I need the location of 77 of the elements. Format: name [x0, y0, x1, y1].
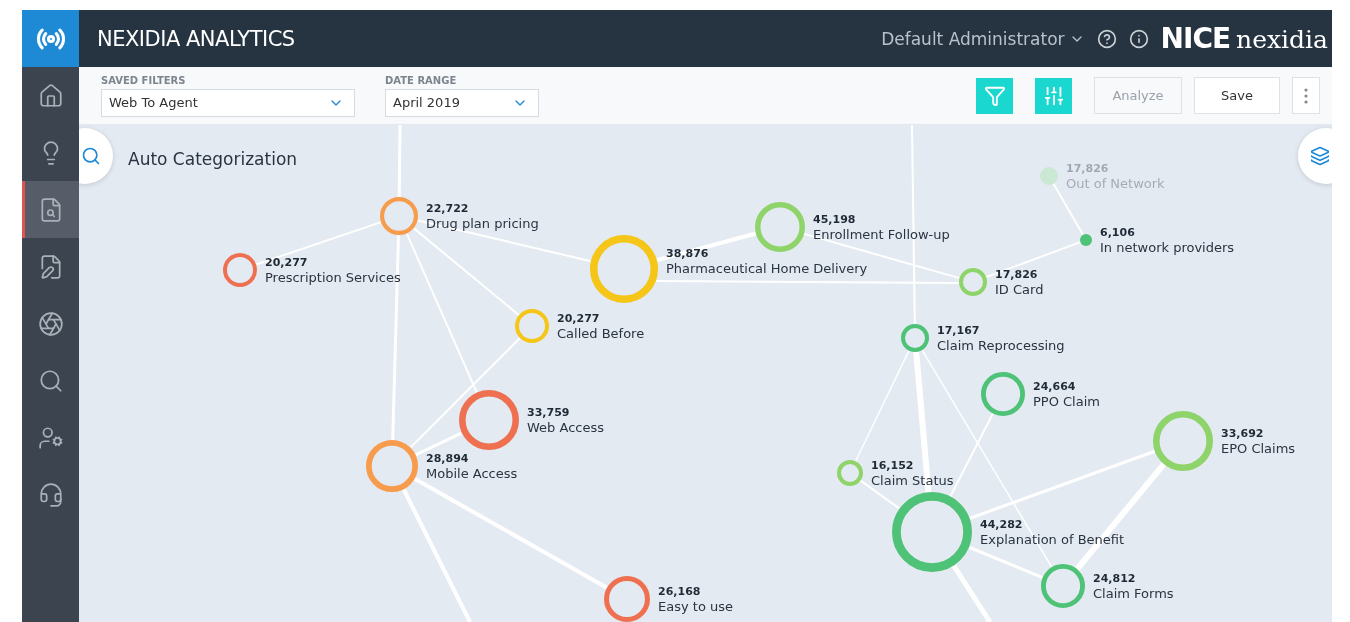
node-count: 24,664	[1033, 379, 1077, 394]
node-ring[interactable]	[366, 440, 418, 492]
node-ring[interactable]	[1041, 564, 1085, 608]
node-label: Easy to use	[658, 599, 733, 614]
node-label: In network providers	[1100, 240, 1235, 255]
node-count: 38,876	[666, 246, 710, 261]
user-settings-icon	[37, 424, 64, 451]
node-ring[interactable]	[892, 492, 972, 572]
search-icon	[81, 146, 101, 166]
node-label: PPO Claim	[1033, 394, 1100, 409]
node-ring[interactable]	[459, 390, 519, 450]
node-count: 44,282	[980, 517, 1024, 532]
node-count: 6,106	[1100, 225, 1136, 240]
brand-name: nexidia	[1236, 25, 1328, 54]
node-ring[interactable]	[837, 460, 863, 486]
node-label: Called Before	[557, 326, 645, 341]
date-range-select[interactable]: April 2019	[385, 88, 539, 117]
sliders-icon	[1042, 84, 1065, 107]
node-ring[interactable]	[959, 268, 987, 296]
node-label: Enrollment Follow-up	[813, 227, 950, 242]
node-label: Prescription Services	[265, 270, 401, 285]
search-icon	[37, 367, 64, 394]
help-icon[interactable]	[1096, 28, 1117, 49]
node-ring[interactable]	[515, 309, 549, 343]
node-count: 26,168	[658, 584, 702, 599]
field-label: DATE RANGE	[385, 74, 458, 86]
node-label: EPO Claims	[1221, 441, 1296, 456]
node-label: ID Card	[995, 282, 1044, 297]
node-label: Claim Status	[871, 473, 954, 488]
saved-filters-select[interactable]: Web To Agent	[101, 88, 355, 117]
canvas-title: Auto Categorization	[128, 149, 298, 169]
sliders-button[interactable]	[1035, 77, 1072, 114]
node-count: 20,277	[557, 311, 601, 326]
more-icon	[1304, 87, 1308, 104]
filter-icon	[983, 84, 1006, 107]
node-ring[interactable]	[901, 324, 929, 352]
node-dot[interactable]	[1080, 234, 1092, 246]
app-title: NEXIDIA ANALYTICS	[97, 26, 296, 51]
node-count: 22,722	[426, 201, 470, 216]
node-ring[interactable]	[380, 197, 418, 235]
node-count: 33,692	[1221, 426, 1265, 441]
node-ring[interactable]	[1153, 411, 1213, 471]
node-count: 17,167	[937, 323, 981, 338]
node-label: Mobile Access	[426, 466, 518, 481]
node-dot[interactable]	[1040, 167, 1058, 185]
node-label: Drug plan pricing	[426, 216, 539, 231]
sidebar-item[interactable]	[22, 181, 79, 238]
node-ring[interactable]	[981, 372, 1025, 416]
node-count: 45,198	[813, 212, 857, 227]
node-ring[interactable]	[755, 202, 805, 252]
node-label: Explanation of Benefit	[980, 532, 1125, 547]
node-count: 20,277	[265, 255, 309, 270]
node-label: Pharmaceutical Home Delivery	[666, 261, 868, 276]
user-menu[interactable]: Default Administrator	[881, 28, 1085, 49]
layers-icon	[1310, 146, 1330, 166]
node-label: Claim Forms	[1093, 586, 1174, 601]
node-count: 16,152	[871, 458, 915, 473]
aperture-icon	[37, 310, 64, 337]
node-count: 17,826	[1066, 161, 1110, 176]
node-label: Claim Reprocessing	[937, 338, 1065, 353]
node-ring[interactable]	[590, 235, 658, 303]
node-label: Out of Network	[1066, 176, 1165, 191]
brand-mark: NICE	[1160, 22, 1231, 55]
node-count: 33,759	[527, 405, 571, 420]
node-count: 28,894	[426, 451, 470, 466]
field-label: SAVED FILTERS	[101, 74, 187, 86]
save-button[interactable]: Save	[1194, 77, 1280, 114]
more-button[interactable]	[1292, 77, 1320, 114]
filter-button[interactable]	[976, 77, 1013, 114]
node-ring[interactable]	[604, 576, 650, 622]
headset-icon	[37, 481, 64, 508]
home-icon	[37, 82, 64, 109]
node-count: 17,826	[995, 267, 1039, 282]
node-ring[interactable]	[223, 253, 257, 287]
node-label: Web Access	[527, 420, 604, 435]
node-count: 24,812	[1093, 571, 1137, 586]
info-icon[interactable]	[1128, 28, 1149, 49]
